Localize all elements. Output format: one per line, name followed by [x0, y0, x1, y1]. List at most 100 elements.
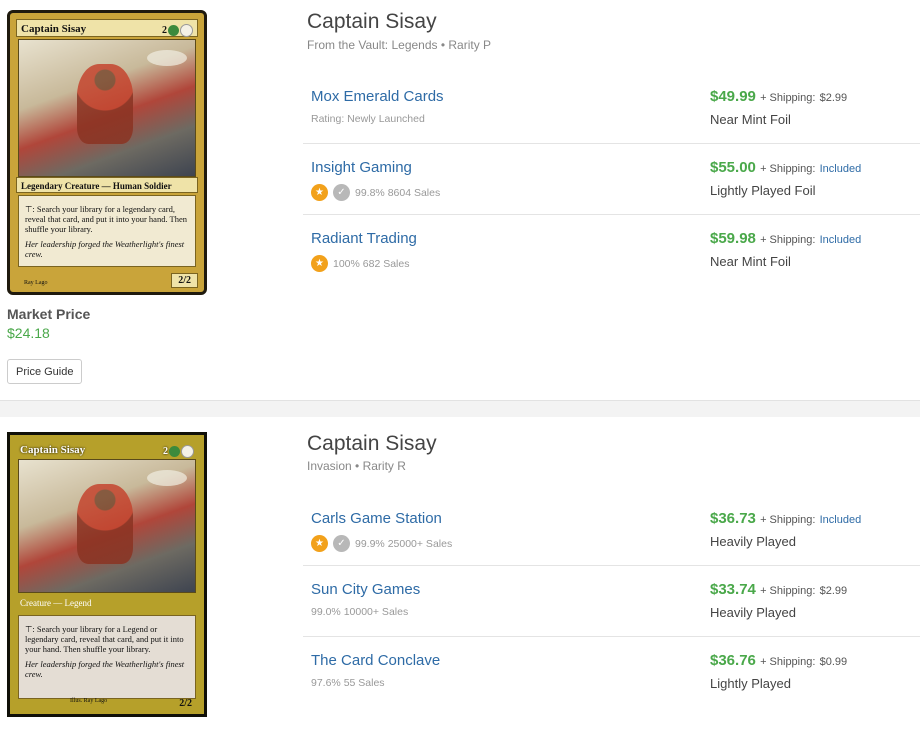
market-price-value: $24.18 — [7, 325, 50, 341]
shipping-included-link[interactable]: Included — [820, 514, 862, 526]
gold-star-badge-icon: ★ — [311, 535, 328, 552]
shipping-label: + Shipping: — [760, 656, 816, 668]
price-guide-button[interactable]: Price Guide — [7, 359, 83, 384]
shipping-label: + Shipping: — [760, 92, 816, 104]
listing-condition: Lightly Played — [710, 676, 791, 691]
card-name: Captain Sisay — [20, 444, 86, 456]
art-sky — [147, 50, 187, 66]
listing-row: Sun City Games 99.0% 10000+ Sales $33.74… — [303, 566, 920, 637]
gold-star-badge-icon: ★ — [311, 184, 328, 201]
listing-row: Carls Game Station ★ ✓ 99.9% 25000+ Sales … — [303, 495, 920, 566]
price-line: $49.99 + Shipping: $2.99 — [710, 88, 847, 105]
listing-price: $36.76 — [710, 652, 756, 669]
art-sky — [147, 470, 187, 486]
shipping-value: $0.99 — [819, 656, 848, 668]
shipping-label: + Shipping: — [760, 163, 816, 175]
listing-row: Insight Gaming ★ ✓ 99.8% 8604 Sales $55.00… — [303, 144, 920, 215]
listing-row: Mox Emerald Cards Rating: Newly Launched… — [303, 73, 920, 144]
shipping-value: $2.99 — [819, 585, 848, 597]
shipping-label: + Shipping: — [760, 585, 816, 597]
verified-check-icon: ✓ — [333, 184, 350, 201]
card-power-toughness: 2/2 — [179, 698, 192, 709]
price-line: $33.74 + Shipping: $2.99 — [710, 581, 847, 598]
market-price: Market Price $24.18 — [7, 306, 90, 341]
listing-row: Radiant Trading ★ 100% 682 Sales $59.98 +… — [303, 215, 920, 285]
seller-rating: 99.0% 10000+ Sales — [311, 606, 408, 618]
white-mana-icon — [181, 445, 194, 459]
listing-price: $49.99 — [710, 88, 756, 105]
mana-cost: 2 — [162, 22, 193, 40]
seller-link[interactable]: Radiant Trading — [311, 230, 417, 247]
mana-generic: 2 — [163, 446, 168, 457]
seller-link[interactable]: The Card Conclave — [311, 652, 440, 669]
card-name-bar: Captain Sisay 2 — [16, 441, 198, 459]
card-illustrator: Illus. Ray Lago — [70, 698, 108, 704]
shipping-included-link[interactable]: Included — [820, 163, 862, 175]
seller-rating: ★ ✓ 99.8% 8604 Sales — [311, 184, 440, 201]
price-line: $36.73 + Shipping: Included — [710, 510, 861, 527]
listing-price: $59.98 — [710, 230, 756, 247]
card-text-box: ⊤: Search your library for a Legend or l… — [18, 615, 196, 699]
green-mana-icon — [169, 446, 180, 458]
seller-link[interactable]: Insight Gaming — [311, 159, 412, 176]
card-image[interactable]: Captain Sisay 2 Creature — Legend ⊤: Sea… — [7, 432, 207, 717]
card-art — [18, 459, 196, 593]
listing-price: $36.73 — [710, 510, 756, 527]
seller-rating: Rating: Newly Launched — [311, 113, 425, 125]
shipping-label: + Shipping: — [760, 514, 816, 526]
card-name: Captain Sisay — [21, 23, 87, 35]
price-line: $55.00 + Shipping: Included — [710, 159, 861, 176]
card-rules-text: : Search your library for a Legend or le… — [25, 624, 184, 655]
product-title[interactable]: Captain Sisay — [307, 10, 437, 34]
verified-check-icon: ✓ — [333, 535, 350, 552]
green-mana-icon — [168, 25, 179, 37]
seller-rating: ★ 100% 682 Sales — [311, 255, 409, 272]
shipping-included-link[interactable]: Included — [820, 234, 862, 246]
card-type-line: Legendary Creature — Human Soldier — [16, 177, 198, 193]
card-rules-text: : Search your library for a legendary ca… — [25, 204, 188, 235]
product-block-1: Captain Sisay 2 Legendary Creature — Hum… — [0, 0, 920, 400]
listing-condition: Near Mint Foil — [710, 112, 791, 127]
card-type-line: Creature — Legend — [20, 598, 92, 608]
listing-condition: Lightly Played Foil — [710, 183, 816, 198]
art-figure — [77, 64, 133, 144]
seller-rating-text: 99.0% 10000+ Sales — [311, 606, 409, 618]
seller-rating: ★ ✓ 99.9% 25000+ Sales — [311, 535, 452, 552]
card-image[interactable]: Captain Sisay 2 Legendary Creature — Hum… — [7, 10, 207, 295]
listing-condition: Heavily Played — [710, 534, 796, 549]
seller-rating-text: Rating: Newly Launched — [311, 113, 425, 125]
seller-link[interactable]: Mox Emerald Cards — [311, 88, 444, 105]
card-art — [18, 39, 196, 177]
listing-condition: Heavily Played — [710, 605, 796, 620]
mana-generic: 2 — [162, 25, 167, 36]
seller-rating-text: 99.9% 25000+ Sales — [355, 537, 453, 550]
shipping-label: + Shipping: — [760, 234, 816, 246]
seller-link[interactable]: Carls Game Station — [311, 510, 442, 527]
product-subtitle: From the Vault: Legends • Rarity P — [307, 38, 492, 52]
product-block-2: Captain Sisay 2 Creature — Legend ⊤: Sea… — [0, 416, 920, 729]
listings: Carls Game Station ★ ✓ 99.9% 25000+ Sales … — [303, 495, 920, 707]
product-title[interactable]: Captain Sisay — [307, 432, 437, 456]
market-price-label: Market Price — [7, 306, 91, 322]
product-subtitle: Invasion • Rarity R — [307, 459, 406, 473]
seller-link[interactable]: Sun City Games — [311, 581, 420, 598]
price-line: $36.76 + Shipping: $0.99 — [710, 652, 847, 669]
gold-star-badge-icon: ★ — [311, 255, 328, 272]
listings: Mox Emerald Cards Rating: Newly Launched… — [303, 73, 920, 285]
seller-rating-text: 99.8% 8604 Sales — [355, 186, 441, 199]
card-flavor-text: Her leadership forged the Weatherlight's… — [25, 658, 185, 679]
listing-row: The Card Conclave 97.6% 55 Sales $36.76 … — [303, 637, 920, 707]
listing-condition: Near Mint Foil — [710, 254, 791, 269]
card-flavor-text: Her leadership forged the Weatherlight's… — [25, 238, 185, 259]
seller-rating-text: 100% 682 Sales — [333, 257, 410, 270]
price-line: $59.98 + Shipping: Included — [710, 230, 861, 247]
card-name-bar: Captain Sisay 2 — [16, 19, 198, 40]
seller-rating-text: 97.6% 55 Sales — [311, 677, 385, 689]
shipping-value: $2.99 — [819, 92, 848, 104]
listing-price: $55.00 — [710, 159, 756, 176]
white-mana-icon — [180, 24, 193, 38]
card-power-toughness: 2/2 — [171, 273, 198, 288]
listing-price: $33.74 — [710, 581, 756, 598]
seller-rating: 97.6% 55 Sales — [311, 677, 385, 689]
section-divider — [0, 400, 920, 417]
